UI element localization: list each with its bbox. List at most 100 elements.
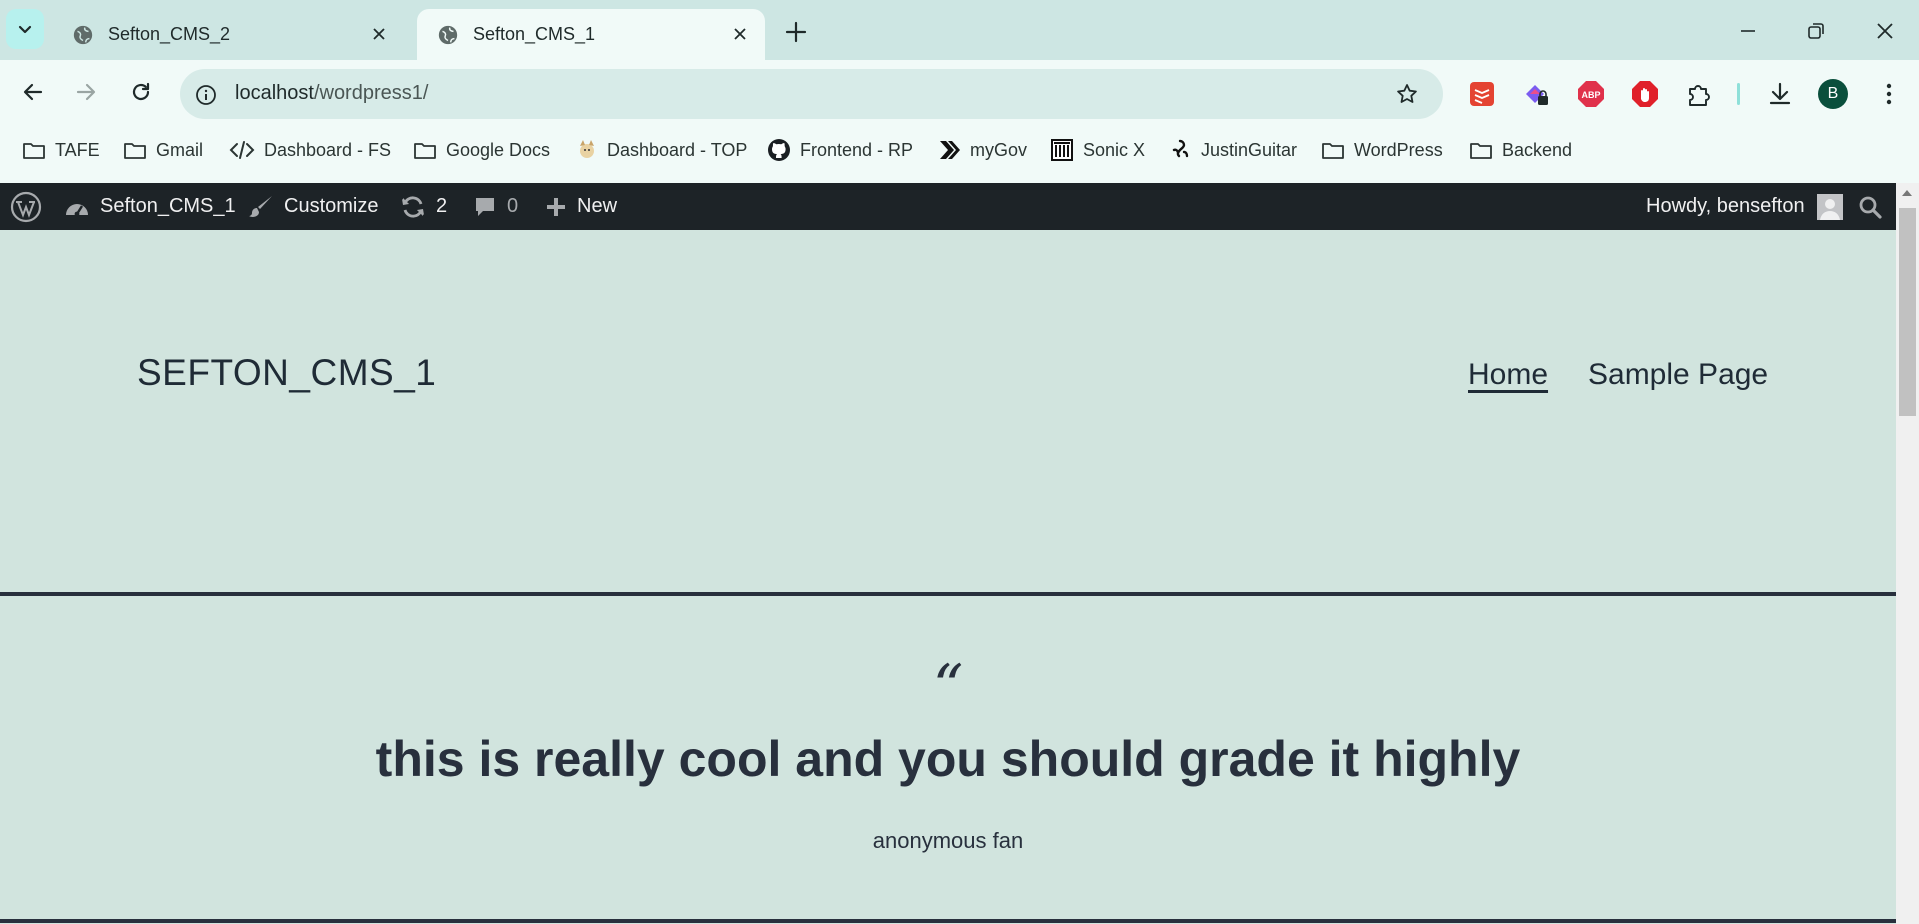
bookmark-label: Dashboard - FS (264, 139, 392, 160)
updates-menu[interactable]: 2 (400, 183, 447, 230)
site-name-label: Sefton_CMS_1 (100, 195, 236, 217)
bookmark-wordpress[interactable]: WordPress (1321, 136, 1443, 164)
bookmark-label: Backend (1502, 139, 1573, 160)
browser-tab-active[interactable]: Sefton_CMS_1 (417, 9, 765, 60)
folder-icon (1470, 143, 1492, 159)
comments-menu[interactable]: 0 (473, 183, 518, 230)
tab-title: Sefton_CMS_1 (473, 24, 596, 44)
bookmark-label: Sonic X (1083, 139, 1146, 160)
paintbrush-icon (249, 195, 272, 217)
forward-arrow-icon[interactable] (72, 78, 100, 106)
adblock-plus-icon[interactable]: ABP (1577, 80, 1605, 108)
search-icon (1859, 196, 1882, 219)
bookmark-label: Google Docs (446, 139, 551, 160)
scrollbar-thumb[interactable] (1899, 208, 1916, 416)
github-icon (768, 139, 790, 161)
bookmark-label: Dashboard - TOP (607, 139, 748, 160)
url-path: /wordpress1/ (313, 82, 429, 104)
my-account-menu[interactable]: Howdy, bensefton (1646, 183, 1843, 230)
site-name-menu[interactable]: Sefton_CMS_1 (64, 183, 236, 230)
browser-tab[interactable]: Sefton_CMS_2 (52, 9, 404, 60)
admin-search-button[interactable] (1858, 183, 1882, 230)
kebab-menu-icon[interactable] (1875, 80, 1903, 108)
restore-icon[interactable] (1801, 16, 1831, 46)
wordpress-logo-icon (10, 191, 42, 222)
bookmark-mygov[interactable]: myGov (937, 136, 1027, 164)
bookmark-frontend-rp[interactable]: Frontend - RP (767, 136, 913, 164)
profile-initial: B (1827, 85, 1839, 102)
dashboard-gauge-icon (66, 203, 88, 216)
chevron-down-icon (18, 25, 32, 34)
avatar (1816, 193, 1843, 220)
bookmark-sonic-x[interactable]: Sonic X (1050, 136, 1145, 164)
wp-logo-menu[interactable] (10, 183, 42, 230)
bookmark-label: WordPress (1354, 139, 1443, 160)
bookmark-backend[interactable]: Backend (1469, 136, 1572, 164)
close-tab-icon[interactable] (729, 23, 751, 45)
quote-mark: “ (932, 652, 964, 722)
toolbar-divider (1737, 83, 1740, 105)
svg-text:ABP: ABP (1581, 90, 1600, 100)
nav-link-sample-page[interactable]: Sample Page (1588, 358, 1768, 392)
pullquote-citation: anonymous fan (872, 828, 1024, 853)
minimize-icon[interactable] (1733, 16, 1763, 46)
bookmark-label: Frontend - RP (800, 139, 914, 160)
folder-icon (23, 143, 45, 159)
bookmark-dashboard-fs[interactable]: Dashboard - FS (229, 136, 391, 164)
close-window-icon[interactable] (1870, 16, 1900, 46)
user-avatar-icon (1816, 193, 1843, 220)
bookmark-label: Gmail (156, 139, 204, 160)
tab-search-button[interactable] (6, 9, 44, 49)
globe-icon (438, 25, 458, 44)
reload-icon[interactable] (127, 78, 155, 106)
profile-avatar[interactable]: B (1818, 79, 1848, 109)
comments-count: 0 (507, 195, 519, 217)
extensions-puzzle-icon[interactable] (1685, 80, 1713, 108)
bookmark-justinguitar[interactable]: JustinGuitar (1168, 136, 1297, 164)
password-manager-icon[interactable] (1522, 80, 1550, 108)
section-divider (0, 592, 1896, 596)
odin-icon (580, 140, 594, 158)
close-tab-icon[interactable] (368, 23, 390, 45)
code-icon (229, 141, 255, 159)
new-content-menu[interactable]: New (545, 183, 617, 230)
folder-icon (124, 143, 146, 159)
adblock-hand-icon[interactable] (1631, 80, 1659, 108)
browser-tab-strip: Sefton_CMS_2 Sefton_CMS_1 (0, 0, 1919, 60)
bookmark-star-icon[interactable] (1395, 82, 1419, 106)
bookmark-gmail[interactable]: Gmail (123, 136, 203, 164)
site-title[interactable]: SEFTON_CMS_1 (137, 352, 436, 394)
bookmark-tafe[interactable]: TAFE (22, 136, 100, 164)
bookmark-google-docs[interactable]: Google Docs (413, 136, 550, 164)
plus-icon (547, 197, 565, 216)
scroll-up-arrow-icon[interactable] (1901, 188, 1913, 198)
pullquote-text: this is really cool and you should grade… (375, 731, 1521, 787)
tab-title: Sefton_CMS_2 (108, 24, 231, 44)
building-icon (1051, 139, 1073, 161)
howdy-label: Howdy, bensefton (1646, 195, 1805, 217)
back-arrow-icon[interactable] (19, 78, 47, 106)
bookmark-dashboard-top[interactable]: Dashboard - TOP (576, 136, 747, 164)
section-divider (0, 919, 1896, 923)
bookmark-label: myGov (970, 139, 1028, 160)
justinguitar-icon (1172, 139, 1189, 158)
todoist-icon[interactable] (1468, 80, 1496, 108)
updates-count: 2 (436, 195, 448, 217)
new-tab-icon[interactable] (782, 18, 810, 46)
downloads-icon[interactable] (1766, 80, 1794, 108)
comment-bubble-icon (476, 197, 494, 216)
site-info-icon[interactable] (195, 84, 217, 106)
folder-icon (1322, 143, 1344, 159)
nav-link-home[interactable]: Home (1468, 358, 1548, 392)
globe-icon (73, 25, 93, 44)
folder-icon (414, 143, 436, 159)
bookmark-label: JustinGuitar (1201, 139, 1298, 160)
new-label: New (577, 195, 618, 217)
url-text[interactable]: localhost/wordpress1/ (235, 82, 428, 105)
url-host: localhost (235, 82, 314, 104)
customize-menu[interactable]: Customize (248, 183, 378, 230)
mygov-icon (940, 141, 960, 159)
customize-label: Customize (284, 195, 379, 217)
updates-icon (402, 195, 424, 218)
wp-admin-bar: Sefton_CMS_1 Customize 2 0 New Howdy, be… (0, 183, 1896, 230)
